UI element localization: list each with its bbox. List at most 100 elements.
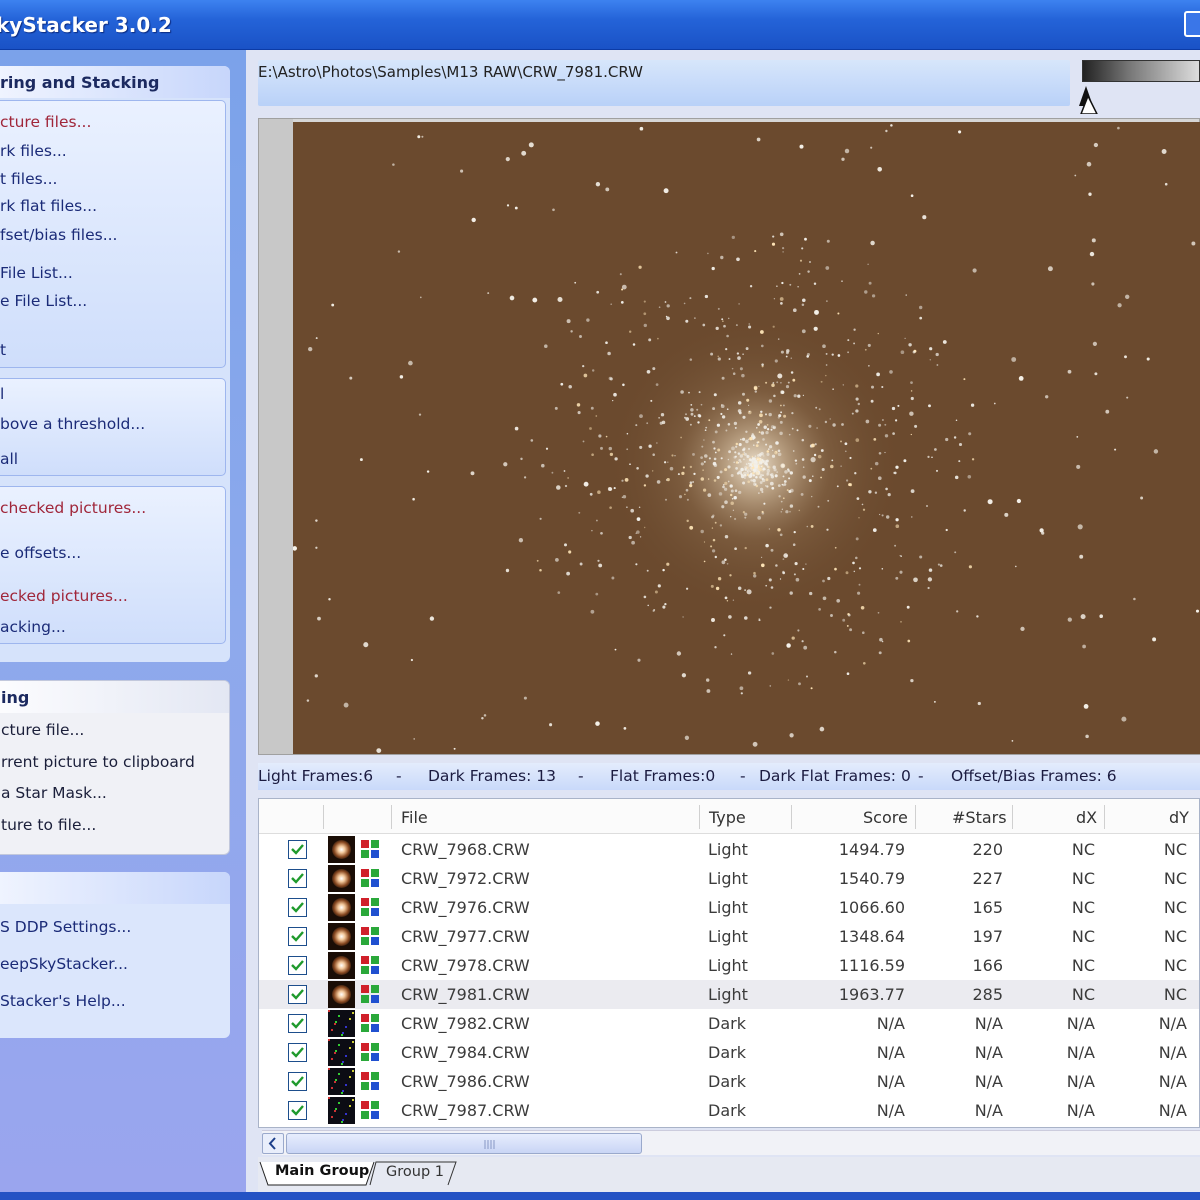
check-above-threshold-link[interactable]: bove a threshold... (0, 415, 145, 433)
table-header: File Type Score #Stars dX dY (259, 799, 1199, 834)
table-row[interactable]: CRW_7987.CRW Dark N/A N/A N/A N/A (259, 1096, 1199, 1125)
register-section: checked pictures... e offsets... ecked p… (0, 486, 226, 644)
row-checkbox[interactable] (288, 1043, 307, 1062)
row-checkbox[interactable] (288, 1101, 307, 1120)
horizontal-scrollbar[interactable] (262, 1130, 1200, 1155)
uncheck-all-link[interactable]: all (0, 450, 18, 468)
cell-dx: N/A (1066, 1101, 1095, 1120)
cell-type: Dark (708, 1043, 746, 1062)
table-row[interactable]: CRW_7978.CRW Light 1116.59 166 NC NC (259, 951, 1199, 980)
cell-file: CRW_7984.CRW (401, 1043, 530, 1062)
cell-type: Dark (708, 1072, 746, 1091)
scroll-thumb[interactable] (286, 1133, 642, 1154)
file-list-table[interactable]: File Type Score #Stars dX dY CRW_7968.CR… (258, 798, 1200, 1128)
table-row[interactable]: CRW_7972.CRW Light 1540.79 227 NC NC (259, 864, 1199, 893)
create-star-mask-link[interactable]: a Star Mask... (1, 784, 107, 802)
column-header-file[interactable]: File (401, 808, 428, 827)
save-picture-link[interactable]: ture to file... (1, 816, 96, 834)
copy-to-clipboard-link[interactable]: rrent picture to clipboard (1, 753, 195, 771)
row-checkbox[interactable] (288, 927, 307, 946)
open-picture-file-link[interactable]: cture file... (1, 721, 84, 739)
compute-offsets-link[interactable]: e offsets... (0, 544, 81, 562)
row-checkbox[interactable] (288, 1014, 307, 1033)
open-dark-flat-files-link[interactable]: rk flat files... (0, 197, 97, 215)
table-row[interactable]: CRW_7982.CRW Dark N/A N/A N/A N/A (259, 1009, 1199, 1038)
row-checkbox[interactable] (288, 956, 307, 975)
row-checkbox[interactable] (288, 985, 307, 1004)
status-separator: - (740, 767, 746, 785)
dark-flat-frames-count: Dark Flat Frames: 0 (759, 767, 911, 785)
about-link[interactable]: eepSkyStacker... (0, 955, 128, 973)
check-all-link[interactable]: l (0, 385, 4, 403)
registering-group-header[interactable]: ring and Stacking (0, 66, 230, 98)
bayer-matrix-icon (361, 840, 379, 858)
cell-dy: NC (1163, 869, 1187, 888)
raw-ddp-settings-link[interactable]: S DDP Settings... (0, 918, 131, 936)
tab-main-group[interactable]: Main Group (275, 1163, 369, 1188)
open-dark-files-link[interactable]: rk files... (0, 142, 67, 160)
open-flat-files-link[interactable]: t files... (0, 170, 57, 188)
bayer-matrix-icon (361, 898, 379, 916)
cell-file: CRW_7972.CRW (401, 869, 530, 888)
clear-list-link[interactable]: t (0, 341, 6, 359)
cell-file: CRW_7976.CRW (401, 898, 530, 917)
row-checkbox[interactable] (288, 898, 307, 917)
row-checkbox[interactable] (288, 869, 307, 888)
bayer-matrix-icon (361, 956, 379, 974)
scroll-left-button[interactable] (262, 1133, 284, 1154)
cell-dy: N/A (1158, 1072, 1187, 1091)
cell-dy: NC (1163, 927, 1187, 946)
register-checked-link[interactable]: checked pictures... (0, 499, 146, 517)
table-row[interactable]: CRW_7977.CRW Light 1348.64 197 NC NC (259, 922, 1199, 951)
help-link[interactable]: Stacker's Help... (0, 992, 126, 1010)
open-file-list-link[interactable]: File List... (0, 264, 73, 282)
tab-group-1[interactable]: Group 1 (386, 1164, 444, 1189)
cell-score: 1494.79 (838, 840, 905, 859)
open-files-section: cture files... rk files... t files... rk… (0, 100, 226, 368)
table-row[interactable]: CRW_7976.CRW Light 1066.60 165 NC NC (259, 893, 1199, 922)
row-checkbox[interactable] (288, 840, 307, 859)
chevron-left-icon (268, 1137, 276, 1150)
thumbnail-icon (328, 1010, 355, 1037)
open-picture-files-link[interactable]: cture files... (0, 113, 91, 131)
thumbnail-icon (328, 894, 355, 921)
table-row[interactable]: CRW_7981.CRW Light 1963.77 285 NC NC (259, 980, 1199, 1009)
cell-file: CRW_7986.CRW (401, 1072, 530, 1091)
cell-score: N/A (876, 1014, 905, 1033)
processing-group-header[interactable]: ing (0, 681, 229, 713)
batch-stacking-link[interactable]: acking... (0, 618, 66, 636)
cell-file: CRW_7968.CRW (401, 840, 530, 859)
cell-dy: N/A (1158, 1014, 1187, 1033)
cell-dy: N/A (1158, 1101, 1187, 1120)
bayer-matrix-icon (361, 1101, 379, 1119)
stack-checked-link[interactable]: ecked pictures... (0, 587, 128, 605)
cell-score: 1116.59 (838, 956, 905, 975)
file-path: E:\Astro\Photos\Samples\M13 RAW\CRW_7981… (258, 63, 643, 81)
table-row[interactable]: CRW_7986.CRW Dark N/A N/A N/A N/A (259, 1067, 1199, 1096)
table-row[interactable]: CRW_7968.CRW Light 1494.79 220 NC NC (259, 835, 1199, 864)
bayer-matrix-icon (361, 927, 379, 945)
row-checkbox[interactable] (288, 1072, 307, 1091)
column-header-stars[interactable]: #Stars (952, 808, 1007, 827)
gamma-slider[interactable] (1082, 60, 1200, 82)
table-row[interactable]: CRW_7984.CRW Dark N/A N/A N/A N/A (259, 1038, 1199, 1067)
task-panel: ring and Stacking cture files... rk file… (0, 50, 246, 1192)
cell-dx: NC (1071, 927, 1095, 946)
column-header-type[interactable]: Type (709, 808, 746, 827)
column-header-dx[interactable]: dX (1076, 808, 1097, 827)
bayer-matrix-icon (361, 1014, 379, 1032)
slider-handle-icon[interactable] (1077, 84, 1099, 114)
window-control-button[interactable] (1184, 11, 1200, 37)
open-bias-files-link[interactable]: fset/bias files... (0, 226, 117, 244)
cell-dx: N/A (1066, 1072, 1095, 1091)
cell-score: N/A (876, 1101, 905, 1120)
options-group-header[interactable] (0, 872, 230, 904)
cell-file: CRW_7987.CRW (401, 1101, 530, 1120)
column-header-dy[interactable]: dY (1169, 808, 1189, 827)
astro-image[interactable] (293, 122, 1200, 754)
cell-type: Dark (708, 1014, 746, 1033)
save-file-list-link[interactable]: e File List... (0, 292, 87, 310)
bias-frames-count: Offset/Bias Frames: 6 (951, 767, 1117, 785)
cell-dx: NC (1071, 898, 1095, 917)
column-header-score[interactable]: Score (863, 808, 908, 827)
